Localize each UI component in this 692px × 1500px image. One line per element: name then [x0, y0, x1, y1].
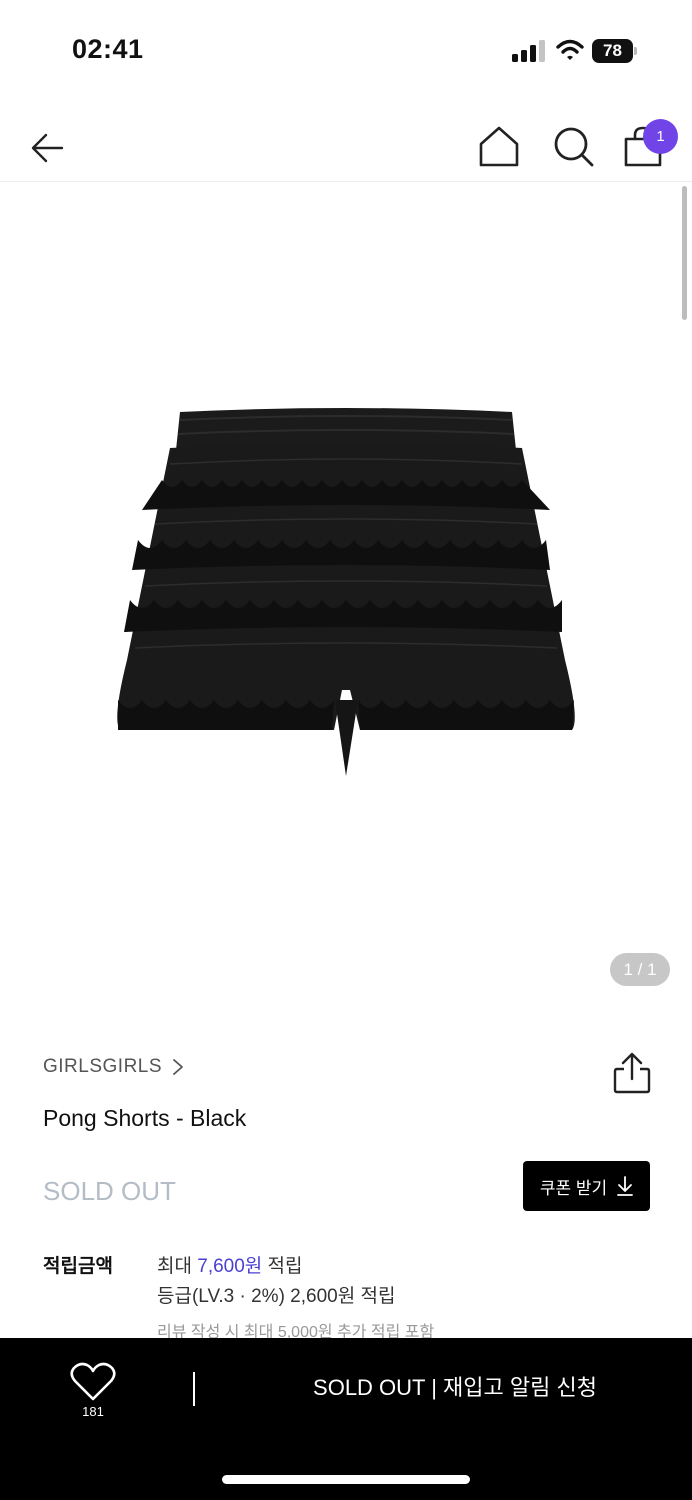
back-arrow-icon[interactable] — [26, 126, 70, 170]
points-max-amount: 7,600원 — [197, 1256, 263, 1277]
wifi-icon — [556, 39, 584, 60]
product-title: Pong Shorts - Black — [43, 1105, 247, 1131]
battery-icon: 78 — [592, 39, 638, 63]
product-image[interactable] — [110, 400, 582, 786]
coupon-button-label: 쿠폰 받기 — [539, 1178, 608, 1198]
wishlist-count: 181 — [82, 1404, 104, 1419]
home-indicator[interactable] — [222, 1475, 470, 1484]
sold-out-label: SOLD OUT — [43, 1176, 176, 1206]
home-icon[interactable] — [476, 124, 522, 170]
points-max-prefix: 최대 — [157, 1256, 198, 1277]
chevron-right-icon — [173, 1059, 183, 1075]
brand-name: GIRLSGIRLS — [43, 1056, 163, 1077]
points-review-note: 리뷰 작성 시 최대 5,000원 추가 적립 포함 — [157, 1324, 435, 1338]
status-time: 02:41 — [72, 34, 144, 64]
battery-level: 78 — [592, 39, 633, 63]
battery-cap — [634, 47, 637, 55]
get-coupon-button[interactable]: 쿠폰 받기 — [523, 1161, 650, 1211]
wishlist-button[interactable]: 181 — [64, 1358, 122, 1424]
heart-icon — [70, 1362, 116, 1401]
top-nav-bar — [0, 110, 692, 182]
download-arrow-icon — [617, 1176, 634, 1196]
points-tier: 등급(LV.3 · 2%) 2,600원 적립 — [157, 1286, 396, 1307]
signal-icon — [512, 40, 545, 62]
points-max: 최대 7,600원 적립 — [157, 1251, 303, 1278]
points-label: 적립금액 — [43, 1256, 113, 1277]
status-bar: 02:41 78 — [0, 0, 692, 100]
search-icon[interactable] — [551, 124, 597, 170]
restock-alert-button[interactable]: SOLD OUT | 재입고 알림 신청 — [240, 1358, 670, 1418]
cart-count-badge[interactable]: 1 — [643, 119, 678, 154]
share-icon[interactable] — [611, 1051, 653, 1095]
divider — [193, 1372, 195, 1406]
points-max-suffix: 적립 — [262, 1256, 303, 1277]
brand-link[interactable]: GIRLSGIRLS — [43, 1054, 184, 1080]
image-page-counter: 1 / 1 — [610, 953, 670, 986]
scrollbar[interactable] — [682, 186, 687, 320]
